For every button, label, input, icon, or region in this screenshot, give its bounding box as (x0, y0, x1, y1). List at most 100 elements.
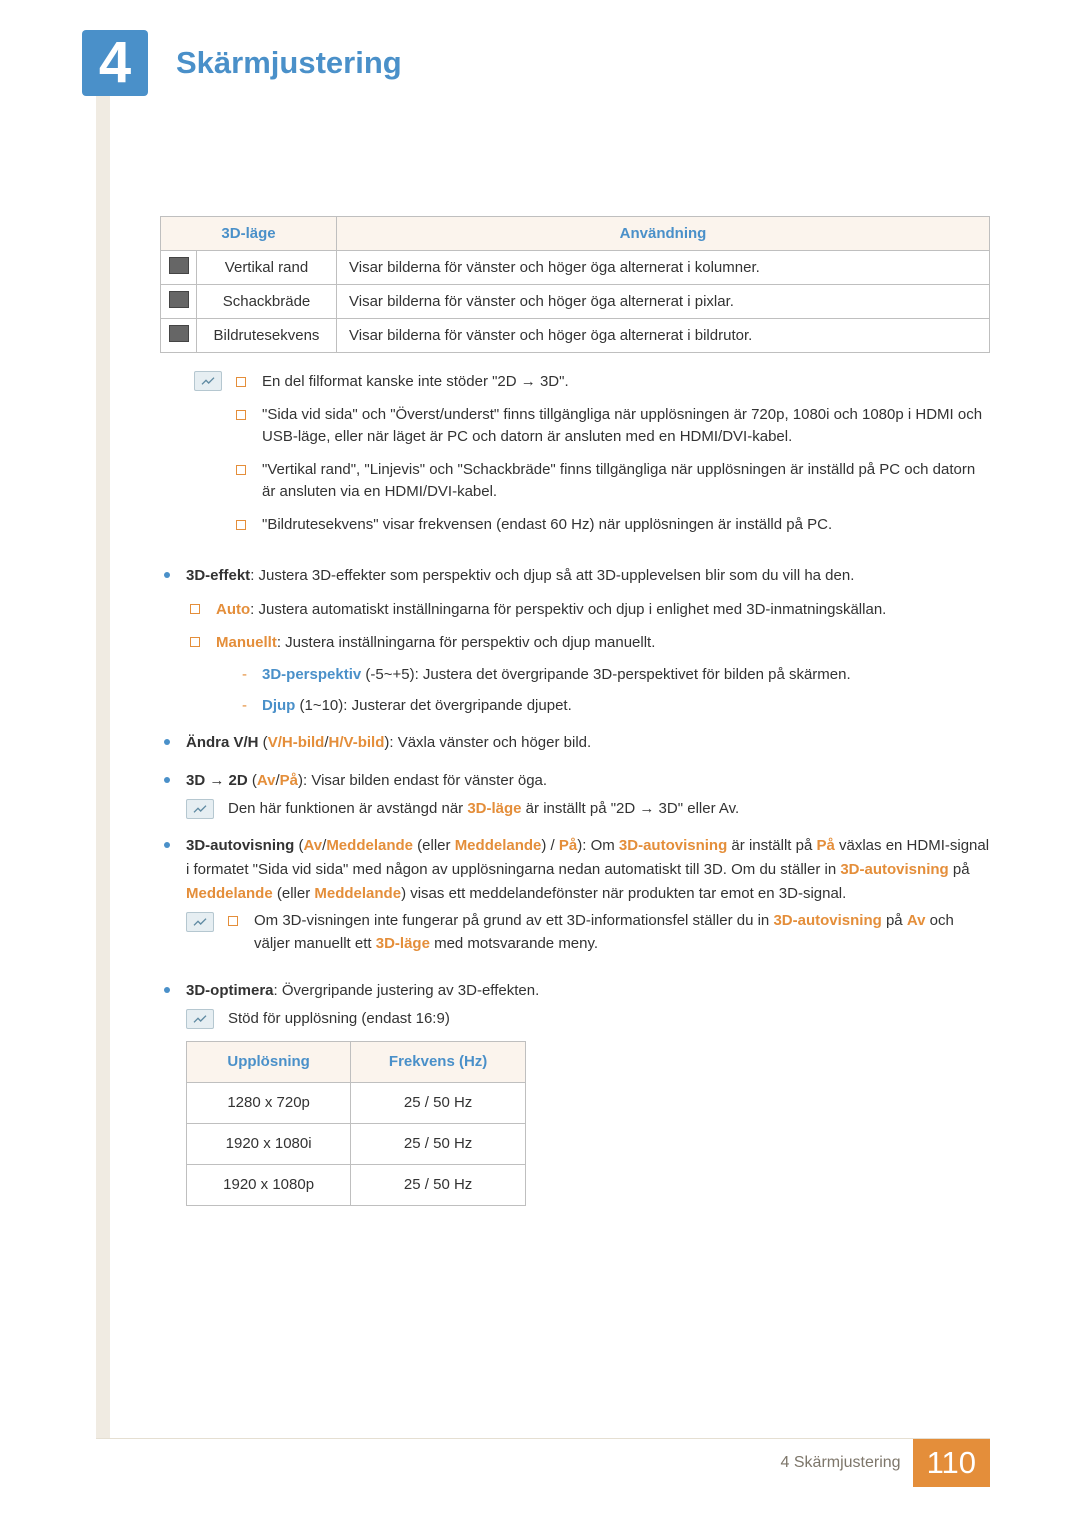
table-row: Vertikal rand Visar bilderna för vänster… (161, 251, 990, 285)
text: på (882, 912, 907, 929)
text: är inställt på (727, 837, 816, 854)
param-range: (-5~+5) (361, 666, 414, 683)
option-label: Meddelande (326, 837, 413, 854)
chapter-badge: 4 (82, 30, 148, 96)
mode-icon (169, 325, 189, 342)
param-range: (1~10) (295, 697, 343, 714)
option-label: Meddelande (186, 885, 273, 902)
list-item: 3D-effekt: Justera 3D-effekter som persp… (160, 564, 990, 717)
page-header: 4 Skärmjustering (90, 0, 990, 96)
item-label: 3D-optimera (186, 982, 274, 999)
list-item: 3D → 2D (Av/På): Visar bilden endast för… (160, 769, 990, 820)
option-label: Meddelande (314, 885, 401, 902)
param-label: 3D-perspektiv (262, 666, 361, 683)
mode-name: Schackbräde (197, 285, 337, 319)
text: ( (294, 837, 303, 854)
text: ): Om (577, 837, 619, 854)
page-title: Skärmjustering (176, 45, 402, 81)
item-label: 3D-effekt (186, 567, 250, 584)
text: med motsvarande meny. (430, 935, 598, 952)
item-text: : Justerar det övergripande djupet. (343, 697, 571, 714)
page-footer: 4 Skärmjustering 110 (96, 1438, 990, 1487)
list-item: Ändra V/H (V/H-bild/H/V-bild): Växla vän… (160, 731, 990, 755)
page-number: 110 (913, 1439, 990, 1487)
list-item: 3D-perspektiv (-5~+5): Justera det överg… (240, 663, 990, 686)
res-cell: 1920 x 1080p (187, 1164, 351, 1205)
table-row: 1920 x 1080i 25 / 50 Hz (187, 1123, 526, 1164)
footer-text: 4 Skärmjustering (781, 1454, 901, 1472)
mode-usage: Visar bilderna för vänster och höger öga… (337, 285, 990, 319)
list-item: 3D-autovisning (Av/Meddelande (eller Med… (160, 834, 990, 965)
item-text: : Övergripande justering av 3D-effekten. (274, 982, 540, 999)
option-label: Meddelande (455, 837, 542, 854)
option-label: 3D-autovisning (773, 912, 881, 929)
note-item: "Sida vid sida" och "Överst/underst" fin… (236, 404, 990, 449)
note-icon (186, 799, 214, 819)
res-cell: 1280 x 720p (187, 1082, 351, 1123)
item-text: : Justera 3D-effekter som perspektiv och… (250, 567, 854, 584)
mode-usage: Visar bilderna för vänster och höger öga… (337, 251, 990, 285)
list-item: Manuellt: Justera inställningarna för pe… (190, 631, 990, 717)
mode-header: 3D-läge (161, 217, 337, 251)
note-icon (194, 371, 222, 391)
note-icon (186, 912, 214, 932)
note-item: En del filformat kanske inte stöder "2D … (236, 371, 990, 394)
text: / (546, 837, 559, 854)
freq-header: Frekvens (Hz) (351, 1041, 526, 1082)
option-label: På (280, 772, 298, 789)
note-item: Om 3D-visningen inte fungerar på grund a… (228, 910, 990, 955)
list-item: Auto: Justera automatiskt inställningarn… (190, 598, 990, 621)
text: är inställt på "2D → 3D" eller Av. (522, 800, 740, 817)
text: Den här funktionen är avstängd när (228, 800, 467, 817)
option-label: 3D-autovisning (840, 861, 948, 878)
note-text: Den här funktionen är avstängd när 3D-lä… (228, 797, 990, 820)
item-text: : Visar bilden endast för vänster öga. (303, 772, 547, 789)
list-item: 3D-optimera: Övergripande justering av 3… (160, 979, 990, 1205)
mode-name: Vertikal rand (197, 251, 337, 285)
usage-header: Användning (337, 217, 990, 251)
item-label: 3D-autovisning (186, 837, 294, 854)
param-label: Djup (262, 697, 295, 714)
text: ) visas ett meddelandefönster när produk… (401, 885, 846, 902)
note-item: "Bildrutesekvens" visar frekvensen (enda… (236, 514, 990, 537)
option-label: Manuellt (216, 634, 277, 651)
text: Om 3D-visningen inte fungerar på grund a… (254, 912, 773, 929)
res-cell: 1920 x 1080i (187, 1123, 351, 1164)
note-text: Stöd för upplösning (endast 16:9) (228, 1007, 990, 1030)
note-item: "Vertikal rand", "Linjevis" och "Schackb… (236, 459, 990, 504)
item-text: : Justera det övergripande 3D-perspektiv… (415, 666, 851, 683)
option-label: Av (907, 912, 926, 929)
note-icon (186, 1009, 214, 1029)
text: (eller (273, 885, 315, 902)
freq-cell: 25 / 50 Hz (351, 1123, 526, 1164)
table-row: 1920 x 1080p 25 / 50 Hz (187, 1164, 526, 1205)
item-label: Ändra V/H (186, 734, 259, 751)
option-label: 3D-läge (467, 800, 521, 817)
freq-cell: 25 / 50 Hz (351, 1082, 526, 1123)
item-text: : Justera automatiskt inställningarna fö… (250, 601, 886, 618)
mode-usage: Visar bilderna för vänster och höger öga… (337, 319, 990, 353)
mode-table: 3D-läge Användning Vertikal rand Visar b… (160, 216, 990, 353)
left-accent-bar (96, 30, 110, 1487)
table-row: Schackbräde Visar bilderna för vänster o… (161, 285, 990, 319)
res-header: Upplösning (187, 1041, 351, 1082)
option-label: H/V-bild (329, 734, 385, 751)
list-item: Djup (1~10): Justerar det övergripande d… (240, 694, 990, 717)
option-label: På (559, 837, 577, 854)
text: ( (248, 772, 257, 789)
text: ( (259, 734, 268, 751)
option-label: V/H-bild (268, 734, 325, 751)
note-block: En del filformat kanske inte stöder "2D … (194, 371, 990, 546)
page-content: 3D-läge Användning Vertikal rand Visar b… (160, 216, 990, 1206)
option-label: 3D-läge (376, 935, 430, 952)
mode-icon (169, 291, 189, 308)
item-text: : Justera inställningarna för perspektiv… (277, 634, 656, 651)
option-label: På (816, 837, 834, 854)
text: på (949, 861, 970, 878)
option-label: Auto (216, 601, 250, 618)
option-label: 3D-autovisning (619, 837, 727, 854)
freq-cell: 25 / 50 Hz (351, 1164, 526, 1205)
item-text: : Växla vänster och höger bild. (389, 734, 591, 751)
option-label: Av (257, 772, 276, 789)
mode-name: Bildrutesekvens (197, 319, 337, 353)
